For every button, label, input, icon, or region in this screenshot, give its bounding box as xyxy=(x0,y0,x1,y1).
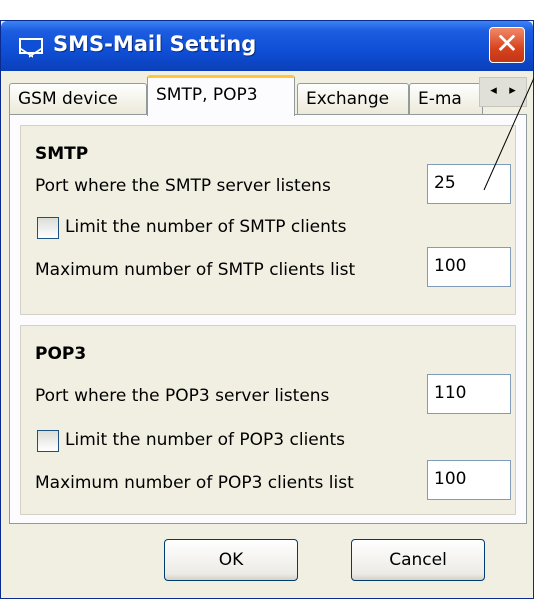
chevron-left-icon[interactable]: ◂ xyxy=(490,83,497,98)
ok-button[interactable]: OK xyxy=(164,539,298,581)
smtp-limit-checkbox[interactable] xyxy=(37,217,59,239)
smtp-group: SMTP Port where the SMTP server listens … xyxy=(20,125,516,315)
tab-scroll-buttons: ◂ ▸ xyxy=(479,77,527,107)
pop3-max-input[interactable]: 100 xyxy=(427,460,511,500)
window-title: SMS-Mail Setting xyxy=(53,32,257,56)
pop3-limit-label[interactable]: Limit the number of POP3 clients xyxy=(65,430,345,450)
pop3-port-input[interactable]: 110 xyxy=(427,374,511,414)
pop3-port-label: Port where the POP3 server listens xyxy=(35,386,330,406)
dialog-window: SMS-Mail Setting ✕ GSM device SMTP, POP3… xyxy=(0,20,534,599)
tab-strip: GSM device SMTP, POP3 Exchange E-ma ◂ ▸ xyxy=(9,75,527,116)
smtp-port-label: Port where the SMTP server listens xyxy=(35,176,331,196)
tab-panel: SMTP Port where the SMTP server listens … xyxy=(9,114,527,524)
pop3-limit-checkbox[interactable] xyxy=(37,430,59,452)
chevron-right-icon[interactable]: ▸ xyxy=(509,83,516,98)
close-button[interactable]: ✕ xyxy=(489,27,525,63)
pop3-title: POP3 xyxy=(35,344,87,364)
tab-smtp-pop3[interactable]: SMTP, POP3 xyxy=(147,75,295,116)
tab-exchange[interactable]: Exchange xyxy=(297,83,409,115)
pop3-group: POP3 Port where the POP3 server listens … xyxy=(20,325,516,515)
pop3-max-label: Maximum number of POP3 clients list xyxy=(35,473,354,493)
tab-gsm-device[interactable]: GSM device xyxy=(9,83,147,115)
tab-email[interactable]: E-ma xyxy=(409,83,483,115)
cancel-button[interactable]: Cancel xyxy=(351,539,485,581)
smtp-limit-label[interactable]: Limit the number of SMTP clients xyxy=(65,217,346,237)
smtp-title: SMTP xyxy=(35,144,89,164)
smtp-max-input[interactable]: 100 xyxy=(427,247,511,287)
envelope-icon xyxy=(19,38,43,54)
smtp-max-label: Maximum number of SMTP clients list xyxy=(35,260,356,280)
smtp-port-input[interactable]: 25 xyxy=(427,164,511,204)
title-bar[interactable]: SMS-Mail Setting ✕ xyxy=(1,21,533,71)
